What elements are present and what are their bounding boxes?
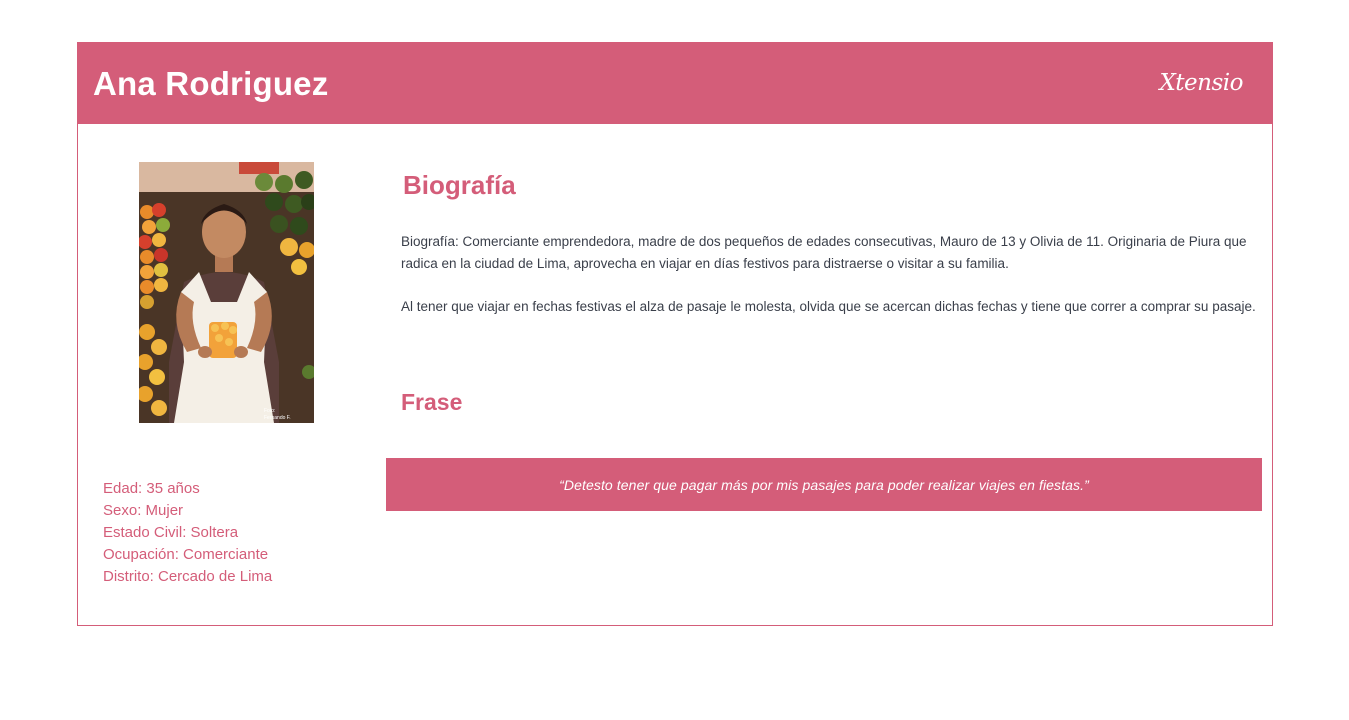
quote-title: Frase	[401, 389, 463, 415]
biography-paragraph: Al tener que viajar en fechas festivas e…	[401, 299, 1256, 314]
persona-photo-illustration: Foto: Fernando F.	[139, 162, 314, 423]
biography-title: Biografía	[403, 170, 516, 200]
demographic-age: Edad: 35 años	[103, 480, 200, 497]
biography-text: Biografía: Comerciante emprendedora, mad…	[401, 231, 1261, 339]
photo-credit-2: Fernando F.	[264, 415, 291, 421]
xtensio-logo[interactable]: Xtensio	[1159, 67, 1243, 99]
persona-card: Ana Rodriguez Xtensio Foto: Fernando F. …	[77, 42, 1273, 626]
demographic-sex: Sexo: Mujer	[103, 502, 184, 519]
demographic-occupation: Ocupación: Comerciante	[103, 546, 269, 563]
photo-credit-1: Foto:	[264, 408, 275, 414]
biography-paragraph: Biografía: Comerciante emprendedora, mad…	[401, 234, 1247, 271]
persona-name: Ana Rodriguez	[93, 65, 329, 102]
demographics-list: Edad: 35 años Sexo: Mujer Estado Civil: …	[103, 478, 383, 588]
quote-box: “Detesto tener que pagar más por mis pas…	[386, 458, 1262, 511]
demographic-marital-status: Estado Civil: Soltera	[103, 524, 239, 541]
persona-photo: Foto: Fernando F.	[139, 162, 314, 423]
quote-text: “Detesto tener que pagar más por mis pas…	[559, 476, 1089, 493]
persona-header: Ana Rodriguez Xtensio	[77, 42, 1273, 124]
demographic-district: Distrito: Cercado de Lima	[103, 568, 273, 585]
